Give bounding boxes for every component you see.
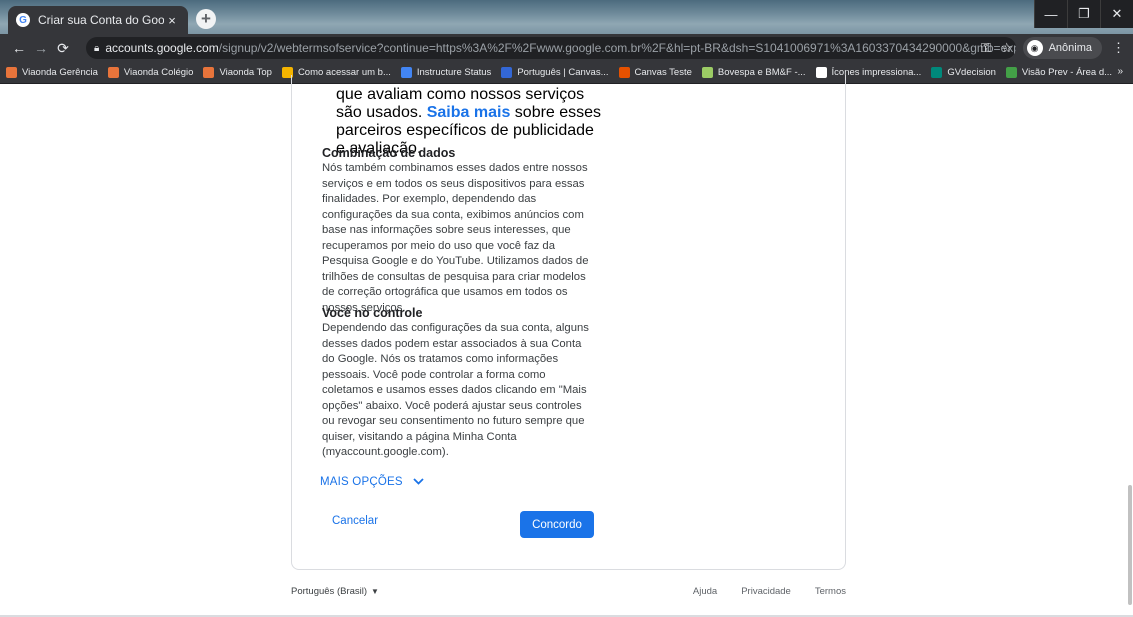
bookmark-label: Viaonda Colégio bbox=[123, 67, 194, 78]
help-link[interactable]: Ajuda bbox=[693, 586, 717, 597]
bookmark-favicon-icon bbox=[107, 67, 119, 78]
address-bar[interactable]: 🔒︎ accounts.google.com/signup/v2/webterm… bbox=[86, 37, 1016, 59]
scrollbar-thumb[interactable] bbox=[1128, 485, 1132, 605]
section-body-control: Dependendo das configurações da sua cont… bbox=[322, 322, 589, 458]
google-favicon-icon: G bbox=[16, 13, 30, 27]
section-control: Você no controle Dependendo das configur… bbox=[322, 305, 597, 461]
page-content: que avaliam como nossos serviços são usa… bbox=[0, 75, 1133, 617]
more-options-label: MAIS OPÇÕES bbox=[320, 476, 403, 488]
back-arrow-icon[interactable]: ← bbox=[8, 40, 30, 56]
bookmark-item[interactable]: GVdecision bbox=[931, 67, 996, 78]
star-icon[interactable]: ☆ bbox=[1001, 40, 1013, 56]
bookmark-label: GVdecision bbox=[947, 67, 996, 78]
toolbar-right: ⚿ ☆ ◉ Anônima ⋮ bbox=[981, 37, 1125, 59]
menu-kebab-icon[interactable]: ⋮ bbox=[1112, 40, 1125, 56]
section-body-combination: Nós também combinamos esses dados entre … bbox=[322, 162, 589, 314]
learn-more-link[interactable]: Saiba mais bbox=[427, 104, 511, 121]
bookmark-favicon-icon bbox=[1005, 67, 1017, 78]
footer-links: Ajuda Privacidade Termos bbox=[693, 586, 846, 597]
section-heading-control: Você no controle bbox=[322, 306, 423, 320]
agree-button[interactable]: Concordo bbox=[520, 511, 594, 538]
tab-strip: G Criar sua Conta do Google × + — ❐ ✕ bbox=[0, 0, 1133, 34]
bookmarks-overflow-icon[interactable]: » bbox=[1117, 66, 1123, 77]
terms-link[interactable]: Termos bbox=[815, 586, 846, 597]
bookmark-label: Viaonda Gerência bbox=[22, 67, 98, 78]
bookmark-label: Viaonda Top bbox=[219, 67, 272, 78]
chevron-down-icon bbox=[413, 476, 424, 488]
forward-arrow-icon[interactable]: → bbox=[30, 40, 52, 56]
url-host: accounts.google.com bbox=[105, 41, 219, 55]
bookmark-label: Visão Prev - Área d... bbox=[1021, 67, 1113, 78]
bookmark-item[interactable]: Visão Prev - Área d... bbox=[1005, 67, 1113, 78]
browser-toolbar: ← → ⟳ 🔒︎ accounts.google.com/signup/v2/w… bbox=[0, 34, 1133, 62]
bookmark-item[interactable]: Viaonda Top bbox=[203, 67, 272, 78]
tab-close-icon[interactable]: × bbox=[164, 13, 180, 28]
bookmark-favicon-icon bbox=[6, 67, 17, 78]
section-combination: Combinação de dados Nós também combinamo… bbox=[322, 145, 597, 316]
scrollbar[interactable] bbox=[1127, 85, 1133, 617]
key-icon[interactable]: ⚿ bbox=[981, 40, 991, 56]
url-path: /signup/v2/webtermsofservice?continue=ht… bbox=[218, 41, 1016, 55]
terms-card: que avaliam como nossos serviços são usa… bbox=[291, 75, 846, 570]
caret-down-icon: ▼ bbox=[371, 587, 379, 596]
lock-icon: 🔒︎ bbox=[94, 42, 100, 54]
incognito-icon: ◉ bbox=[1026, 40, 1043, 56]
more-options-button[interactable]: MAIS OPÇÕES bbox=[320, 476, 424, 488]
cancel-button[interactable]: Cancelar bbox=[332, 515, 378, 527]
restore-button[interactable]: ❐ bbox=[1067, 0, 1100, 28]
close-window-button[interactable]: ✕ bbox=[1100, 0, 1133, 28]
language-selector[interactable]: Português (Brasil) ▼ bbox=[291, 586, 379, 597]
browser-tab[interactable]: G Criar sua Conta do Google × bbox=[8, 6, 188, 34]
bookmark-item[interactable]: Viaonda Gerência bbox=[6, 67, 98, 78]
window-controls: — ❐ ✕ bbox=[1034, 0, 1133, 28]
bookmark-item[interactable]: Viaonda Colégio bbox=[107, 67, 194, 78]
section-heading-combination: Combinação de dados bbox=[322, 146, 456, 160]
language-label: Português (Brasil) bbox=[291, 586, 368, 597]
minimize-button[interactable]: — bbox=[1034, 0, 1067, 28]
tab-title: Criar sua Conta do Google bbox=[38, 13, 164, 27]
incognito-label: Anônima bbox=[1048, 42, 1092, 54]
reload-icon[interactable]: ⟳ bbox=[52, 40, 74, 57]
bookmark-favicon-icon bbox=[203, 67, 215, 78]
new-tab-button[interactable]: + bbox=[196, 9, 216, 29]
incognito-badge[interactable]: ◉ Anônima bbox=[1022, 37, 1102, 59]
privacy-link[interactable]: Privacidade bbox=[741, 586, 791, 597]
bookmark-favicon-icon bbox=[931, 67, 943, 78]
